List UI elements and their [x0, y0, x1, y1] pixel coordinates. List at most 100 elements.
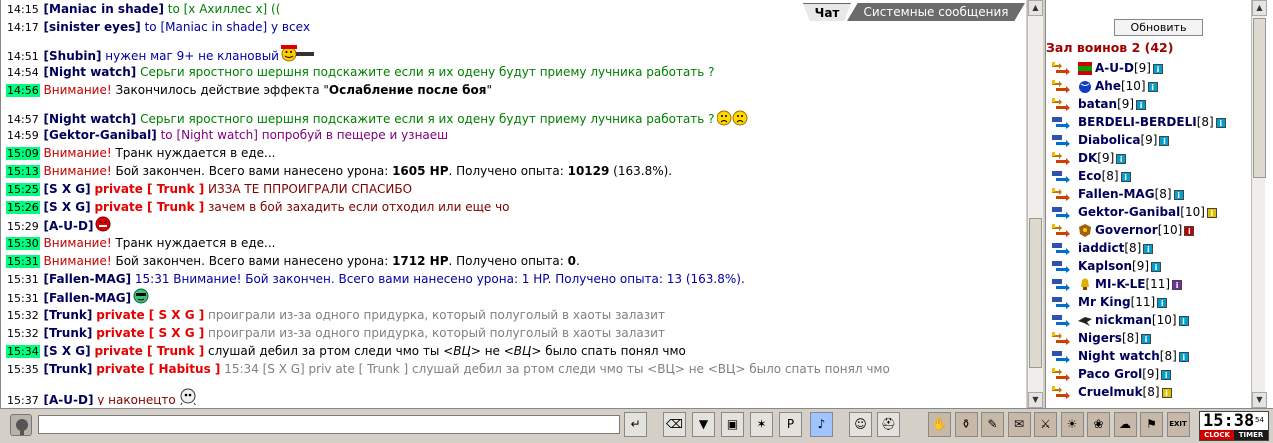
message-time[interactable]: 15:29 [6, 220, 40, 233]
user-list-item[interactable]: Gektor-Ganibal[10] i [1050, 203, 1260, 221]
author-nick[interactable]: [Fallen-MAG] [44, 272, 132, 286]
game-item-button[interactable]: ⚱ [954, 412, 978, 437]
message-time[interactable]: 14:57 [6, 113, 40, 126]
private-message-icon[interactable] [1050, 151, 1072, 166]
game-item-button[interactable]: ✎ [981, 412, 1004, 437]
user-info-icon[interactable]: i [1161, 369, 1172, 380]
user-name[interactable]: Eco [1078, 169, 1102, 183]
private-message-icon[interactable] [1050, 278, 1072, 292]
walk-button[interactable]: ✶ [750, 412, 773, 437]
user-name[interactable]: Fallen-MAG [1078, 187, 1155, 201]
author-nick[interactable]: [Gektor-Ganibal] [44, 128, 157, 142]
voice-icon[interactable] [10, 414, 32, 436]
message-time[interactable]: 14:54 [6, 66, 40, 79]
tab-chat[interactable]: Чат [803, 3, 851, 21]
user-list-item[interactable]: BERDELI-BERDELI[8] i [1050, 113, 1260, 131]
user-info-icon[interactable]: i [1157, 297, 1168, 308]
message-time[interactable]: 15:09 [6, 147, 40, 160]
user-info-icon[interactable]: i [1178, 315, 1189, 326]
message-time[interactable]: 15:31 [6, 273, 40, 286]
message-time[interactable]: 15:32 [6, 309, 40, 322]
user-info-icon[interactable]: i [1140, 333, 1151, 344]
private-message-icon[interactable] [1050, 97, 1072, 112]
user-name[interactable]: Ahe [1095, 79, 1121, 93]
private-message-icon[interactable] [1050, 206, 1072, 220]
user-list-item[interactable]: MI-K-LE[11] i [1050, 275, 1260, 293]
message-time[interactable]: 15:26 [6, 201, 40, 214]
author-nick[interactable]: [S X G] [44, 182, 91, 196]
user-list-item[interactable]: Governor[10] i [1050, 221, 1260, 239]
game-item-button[interactable]: ✋ [928, 412, 951, 437]
user-info-icon[interactable]: i [1184, 225, 1195, 236]
user-name[interactable]: Night watch [1078, 349, 1160, 363]
smiles-button[interactable]: ☺ [849, 412, 872, 437]
user-info-icon[interactable]: i [1143, 243, 1154, 254]
message-time[interactable]: 15:32 [6, 327, 40, 340]
game-item-button[interactable]: ⚑ [1140, 412, 1163, 437]
message-time[interactable]: 15:34 [6, 345, 40, 358]
user-list-item[interactable]: Mr King[11] i [1050, 293, 1260, 311]
user-name[interactable]: Gektor-Ganibal [1078, 205, 1180, 219]
message-time[interactable]: 15:25 [6, 183, 40, 196]
scroll-thumb[interactable] [1029, 218, 1042, 368]
user-info-icon[interactable]: i [1159, 135, 1170, 146]
user-info-icon[interactable]: i [1116, 153, 1127, 164]
user-name[interactable]: Diabolica [1078, 133, 1140, 147]
user-info-icon[interactable]: i [1178, 351, 1189, 362]
game-item-button[interactable]: ⚔ [1034, 412, 1057, 437]
message-time[interactable]: 14:17 [6, 21, 40, 34]
author-nick[interactable]: [S X G] [44, 344, 91, 358]
private-message-icon[interactable] [1050, 223, 1072, 238]
user-list-item[interactable]: batan[9] i [1050, 95, 1260, 113]
user-list-item[interactable]: Nigers[8] i [1050, 329, 1260, 347]
message-time[interactable]: 14:15 [6, 3, 40, 16]
user-info-icon[interactable]: i [1206, 207, 1217, 218]
user-info-icon[interactable]: i [1151, 261, 1162, 272]
game-item-button[interactable]: ❀ [1087, 412, 1110, 437]
clan-bird-icon[interactable] [1078, 314, 1092, 327]
user-name[interactable]: BERDELI-BERDELI [1078, 115, 1197, 129]
private-message-icon[interactable] [1050, 134, 1072, 148]
private-message-icon[interactable] [1050, 367, 1072, 382]
clan-flag-icon[interactable] [1078, 62, 1092, 75]
filter-button[interactable]: ▼ [692, 412, 715, 437]
user-name[interactable]: iaddict [1078, 241, 1124, 255]
message-time[interactable]: 15:35 [6, 363, 40, 376]
user-list-item[interactable]: Fallen-MAG[8] i [1050, 185, 1260, 203]
author-nick[interactable]: [Night watch] [44, 65, 137, 79]
sound-button[interactable]: ♪ [810, 412, 833, 437]
private-message-icon[interactable] [1050, 242, 1072, 256]
clan-lamp-icon[interactable] [1078, 278, 1092, 291]
clan-globe-icon[interactable] [1078, 80, 1092, 93]
user-name[interactable]: MI-K-LE [1095, 277, 1145, 291]
private-message-icon[interactable] [1050, 187, 1072, 202]
message-time[interactable]: 15:37 [6, 394, 40, 405]
private-recipient[interactable]: private [ Habitus ] [96, 362, 220, 376]
clan-crest-icon[interactable] [1078, 224, 1092, 237]
message-time[interactable]: 14:59 [6, 129, 40, 142]
private-message-icon[interactable] [1050, 260, 1072, 274]
message-time[interactable]: 15:31 [6, 255, 40, 268]
refresh-button[interactable]: Обновить [1114, 19, 1203, 36]
user-list-item[interactable]: Night watch[8] i [1050, 347, 1260, 365]
user-info-icon[interactable]: i [1215, 117, 1226, 128]
author-nick[interactable]: [A-U-D] [44, 393, 94, 405]
save-log-button[interactable]: ▣ [721, 412, 744, 437]
game-item-button[interactable]: EXIT [1166, 412, 1190, 437]
author-nick[interactable]: [Night watch] [44, 112, 137, 126]
user-name[interactable]: Paco Grol [1078, 367, 1142, 381]
user-info-icon[interactable]: i [1172, 279, 1183, 290]
author-nick[interactable]: [Trunk] [44, 326, 93, 340]
user-list-item[interactable]: Eco[8] i [1050, 167, 1260, 185]
timer-label[interactable]: TIMER [1234, 430, 1268, 440]
scroll-down-button[interactable]: ▼ [1028, 392, 1043, 408]
user-name[interactable]: Nigers [1078, 331, 1122, 345]
user-info-icon[interactable]: i [1136, 99, 1147, 110]
user-list-item[interactable]: Paco Grol[9] i [1050, 365, 1260, 383]
tab-system-messages[interactable]: Системные сообщения [847, 3, 1025, 21]
user-scroll-thumb[interactable] [1253, 18, 1266, 178]
private-message-icon[interactable] [1050, 170, 1072, 184]
user-list-item[interactable]: iaddict[8] i [1050, 239, 1260, 257]
message-time[interactable]: 14:56 [6, 84, 40, 97]
message-input[interactable] [38, 415, 620, 434]
